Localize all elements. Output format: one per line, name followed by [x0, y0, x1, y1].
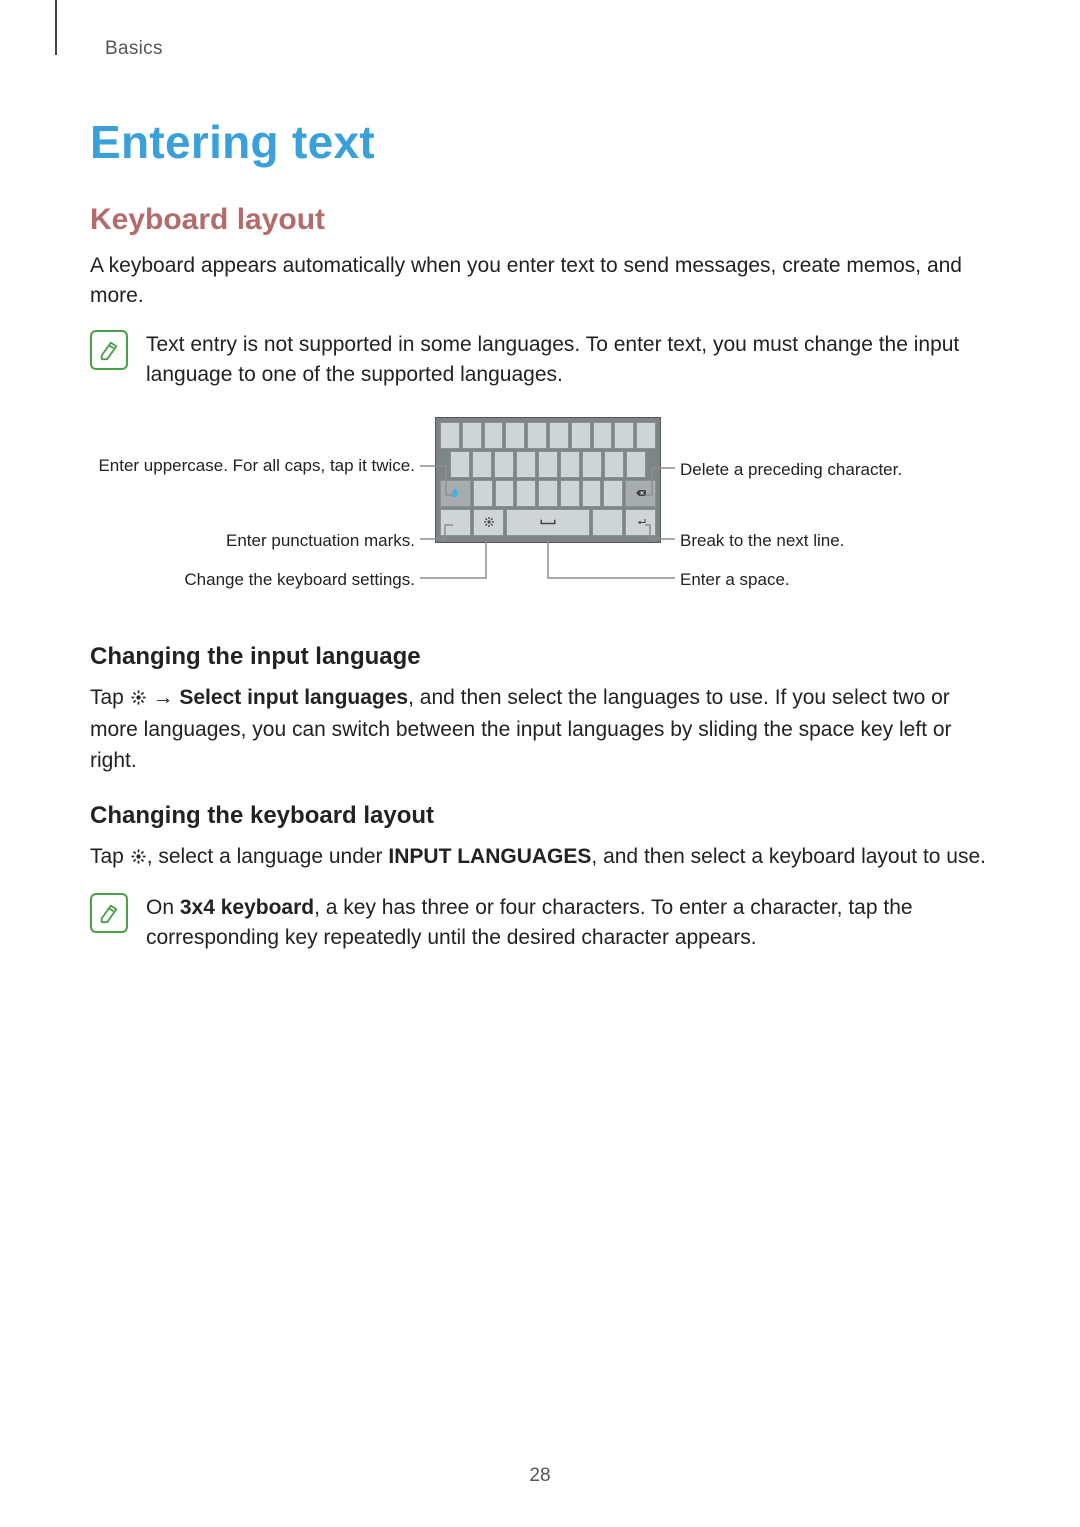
space-key-icon [506, 509, 590, 536]
header-rule [55, 0, 57, 55]
text-bold: 3x4 keyboard [180, 896, 314, 919]
text-bold: INPUT LANGUAGES [388, 845, 591, 868]
note-icon [90, 330, 128, 370]
gear-icon [130, 685, 147, 715]
breadcrumb: Basics [105, 38, 990, 60]
text-fragment: , select a language under [147, 845, 389, 868]
note-block: Text entry is not supported in some lang… [90, 330, 990, 391]
section-heading-input-language: Changing the input language [90, 643, 990, 671]
dot-key [592, 509, 623, 536]
text-fragment: → [147, 686, 180, 709]
note-text: Text entry is not supported in some lang… [146, 330, 990, 391]
text-fragment: Tap [90, 686, 130, 709]
intro-paragraph: A keyboard appears automatically when yo… [90, 251, 990, 312]
text-fragment: On [146, 896, 180, 919]
page-title: Entering text [90, 115, 990, 169]
text-fragment: Tap [90, 845, 130, 868]
paragraph-input-language: Tap → Select input languages, and then s… [90, 683, 990, 776]
callout-nextline: Break to the next line. [680, 530, 844, 551]
callout-space: Enter a space. [680, 569, 790, 590]
page-number: 28 [0, 1465, 1080, 1487]
paragraph-keyboard-layout: Tap , select a language under INPUT LANG… [90, 842, 990, 874]
note-text: On 3x4 keyboard, a key has three or four… [146, 893, 990, 954]
text-bold: Select input languages [179, 686, 408, 709]
symbol-key [440, 509, 471, 536]
keyboard-graphic [435, 417, 661, 543]
backspace-key-icon [625, 480, 656, 507]
text-fragment: , and then select a keyboard layout to u… [591, 845, 986, 868]
gear-icon [130, 844, 147, 874]
enter-key-icon [625, 509, 656, 536]
keyboard-diagram: Enter uppercase. For all caps, tap it tw… [90, 417, 990, 617]
callout-uppercase: Enter uppercase. For all caps, tap it tw… [90, 455, 415, 476]
document-page: Basics Entering text Keyboard layout A k… [0, 0, 1080, 1527]
callout-settings: Change the keyboard settings. [90, 569, 415, 590]
callout-punctuation: Enter punctuation marks. [90, 530, 415, 551]
callout-delete: Delete a preceding character. [680, 459, 902, 480]
note-icon [90, 893, 128, 933]
section-heading-keyboard-layout: Keyboard layout [90, 203, 990, 237]
shift-key-icon [440, 480, 471, 507]
section-heading-keyboard-layout-change: Changing the keyboard layout [90, 802, 990, 830]
settings-key-icon [473, 509, 504, 536]
note-block: On 3x4 keyboard, a key has three or four… [90, 893, 990, 954]
